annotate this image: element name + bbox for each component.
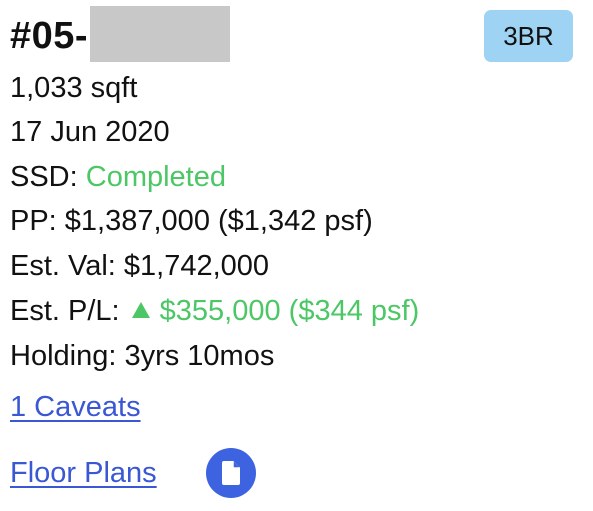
holding-period-row: Holding: 3yrs 10mos bbox=[10, 340, 275, 372]
ssd-status: Completed bbox=[85, 161, 226, 193]
unit-number: #05- bbox=[10, 14, 89, 57]
transaction-card: #05- 3BR 1,033 sqft 17 Jun 2020 SSD: Com… bbox=[0, 0, 593, 511]
bedroom-badge: 3BR bbox=[484, 10, 573, 62]
unit-number-heading: #05- bbox=[10, 6, 231, 62]
ssd-label: SSD: bbox=[10, 161, 86, 193]
estimated-pl-label: Est. P/L: bbox=[10, 295, 128, 327]
redacted-unit-block bbox=[90, 6, 231, 62]
purchase-price-row: PP: $1,387,000 ($1,342 psf) bbox=[10, 205, 373, 237]
floor-plan-document-button[interactable] bbox=[206, 448, 256, 498]
estimated-pl-value: $355,000 ($344 psf) bbox=[159, 295, 420, 327]
caveats-link[interactable]: 1 Caveats bbox=[10, 389, 141, 425]
size-text: 1,033 sqft bbox=[10, 72, 138, 104]
floor-plans-link[interactable]: Floor Plans bbox=[10, 455, 157, 491]
triangle-up-icon bbox=[131, 302, 150, 318]
document-icon bbox=[222, 461, 240, 485]
estimated-value-row: Est. Val: $1,742,000 bbox=[10, 250, 270, 282]
estimated-pl-row: Est. P/L: $355,000 ($344 psf) bbox=[10, 293, 419, 329]
transaction-date: 17 Jun 2020 bbox=[10, 116, 170, 148]
ssd-row: SSD: Completed bbox=[10, 159, 226, 195]
